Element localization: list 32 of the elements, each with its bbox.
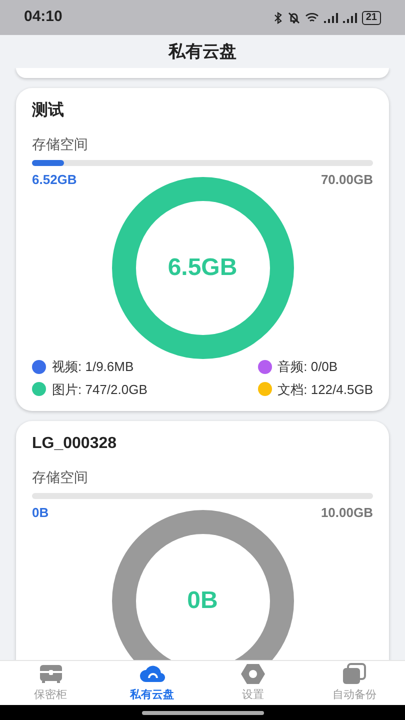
battery-level: 21 [362,10,381,24]
total-size: 70.00GB [320,171,373,189]
storage-label: 存储空间 [32,135,89,154]
legend-label: 图片: 747/2.0GB [52,380,148,398]
tab-item[interactable]: 自动备份 [304,661,405,705]
used-size: 0B [32,504,49,522]
disk-card[interactable]: LG_000328 存储空间 0B 10.00GB 0B [16,421,389,660]
page-title: 私有云盘 [168,40,236,63]
legend-label: 视频: 1/9.6MB [52,358,134,376]
backup-icon [342,662,366,685]
safe-icon [38,662,63,685]
legend-label: 音频: 0/0B [278,358,338,376]
signal-icon [342,12,357,22]
bluetooth-icon [274,12,283,24]
used-size: 6.52GB [32,171,77,189]
disk-name: 测试 [32,100,65,121]
status-time: 04:10 [24,7,62,28]
legend-label: 文档: 122/4.5GB [278,380,373,398]
disk-card[interactable]: 测试 存储空间 6.52GB 70.00GB 6.5GB 视频: 1/9.6MB 音频: 0/0B 图片: 747/2.0GB 文档: 122/4.5GB [16,88,389,411]
wifi-icon [304,12,319,23]
bell-muted-icon [288,12,300,24]
tab-item[interactable]: 保密柜 [0,661,102,705]
tab-item[interactable]: 私有云盘 [101,661,202,705]
home-indicator[interactable] [142,710,264,714]
used-amount: 0B [187,586,218,616]
disk-name: LG_000328 [32,434,118,454]
signal-icon [324,12,338,22]
used-amount: 6.5GB [168,253,238,283]
storage-label: 存储空间 [32,468,89,487]
settings-icon [241,662,266,685]
total-size: 10.00GB [320,504,373,522]
tab-item[interactable]: 设置 [202,661,304,705]
